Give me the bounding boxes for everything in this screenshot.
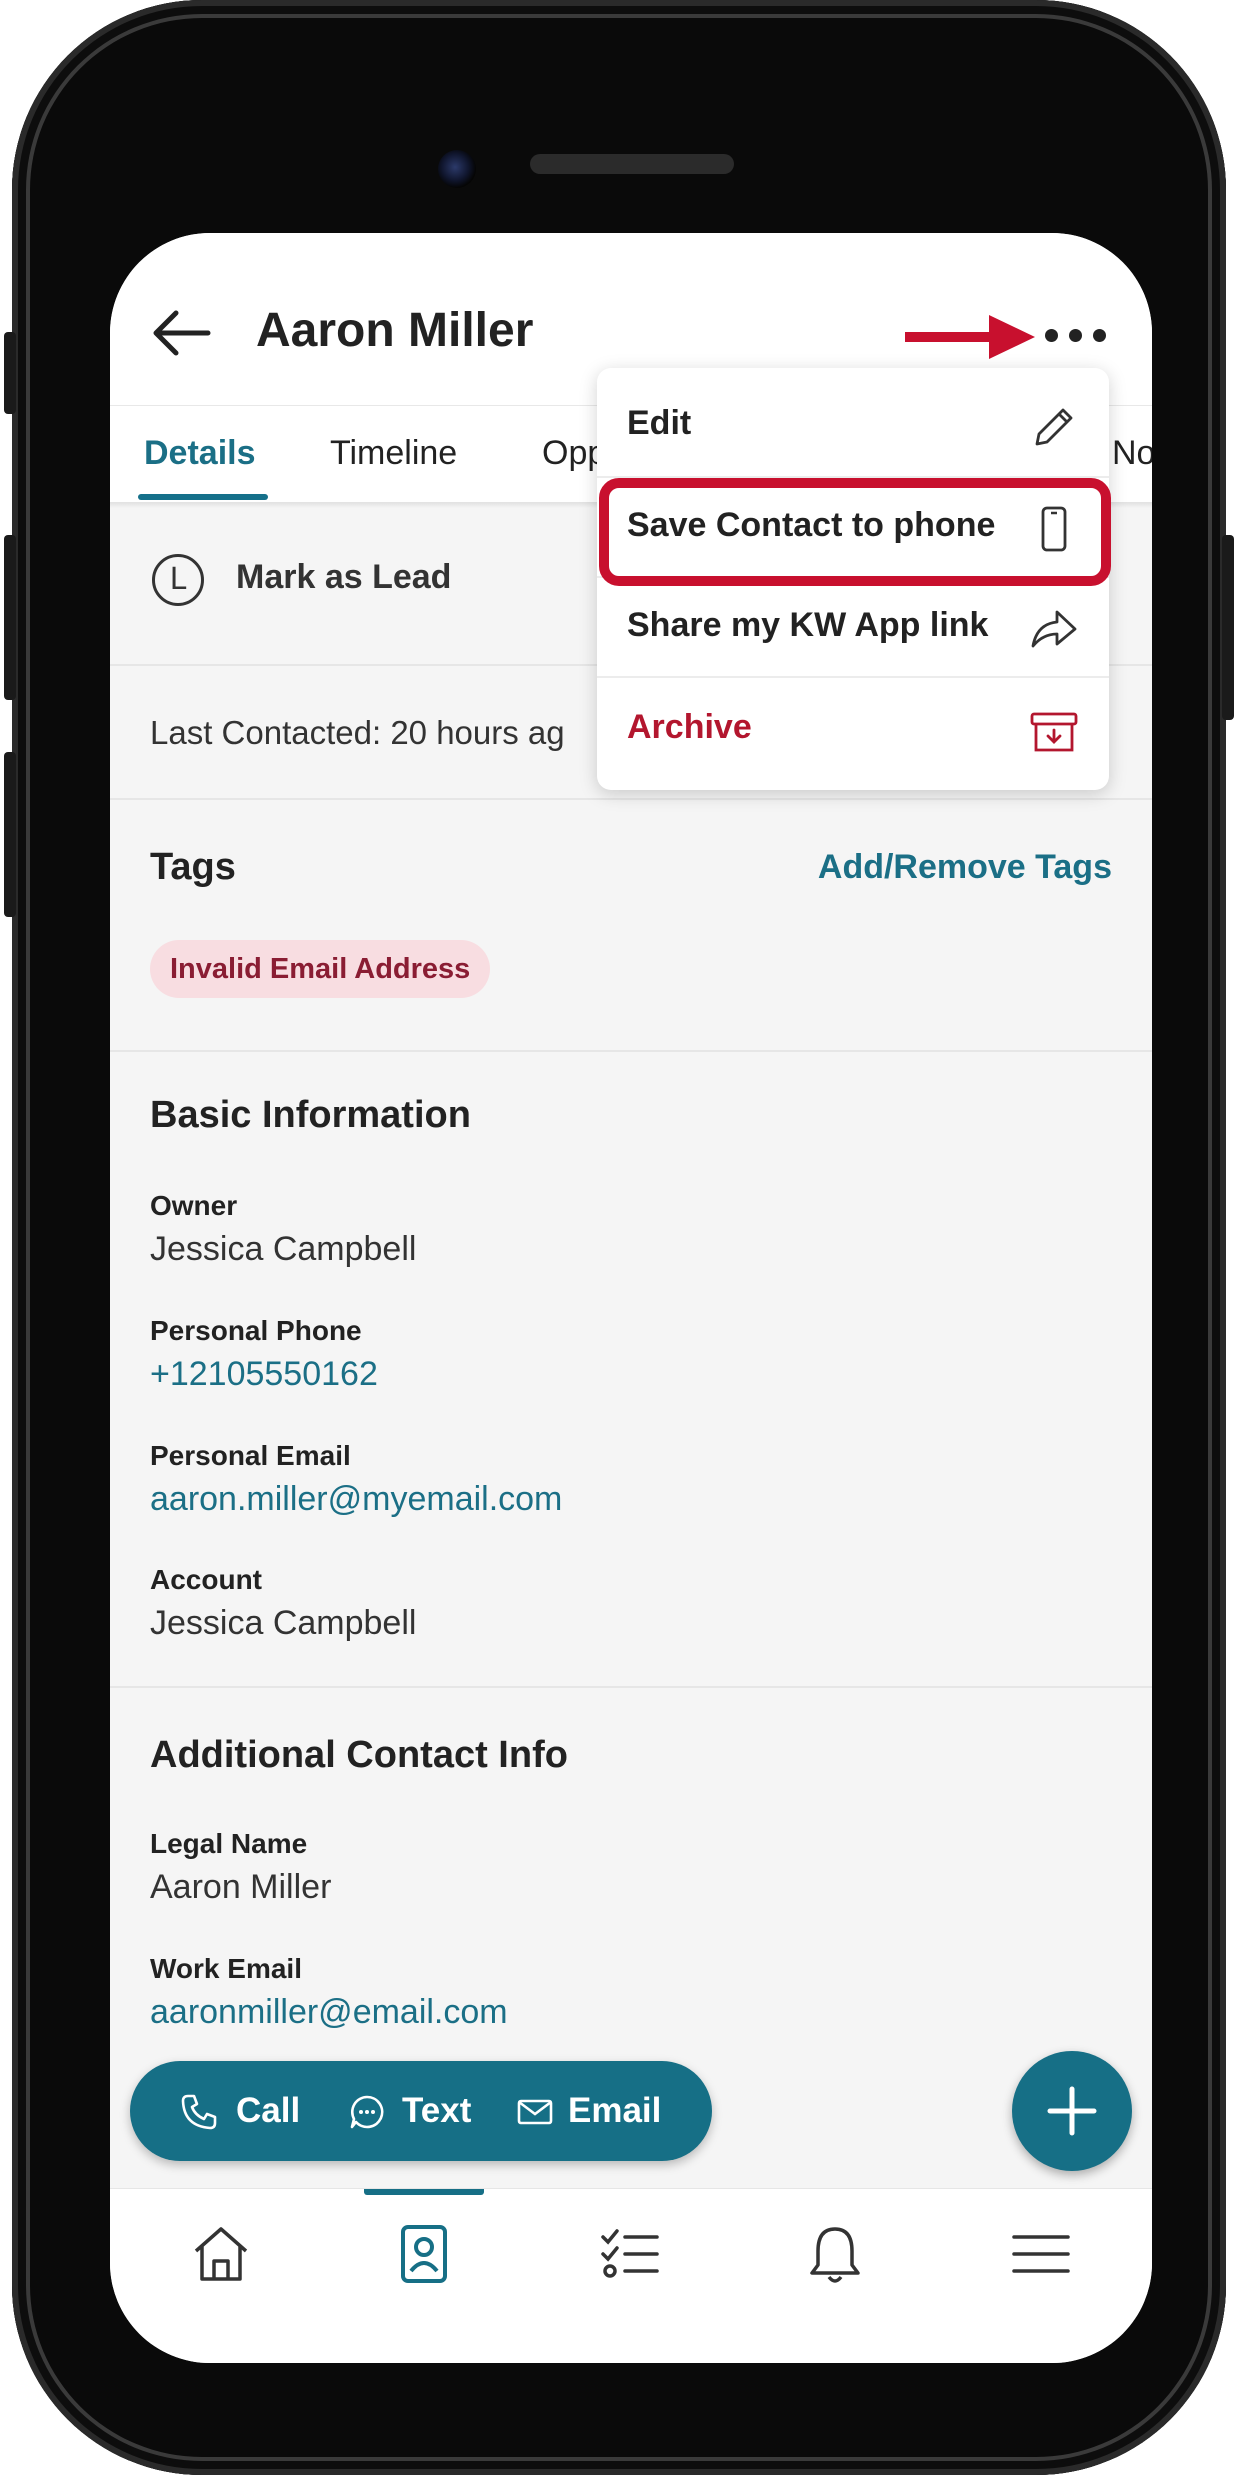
edit-label: Edit <box>627 404 692 442</box>
nav-home[interactable] <box>186 2219 256 2289</box>
contact-action-bar: Call Text Email <box>130 2061 712 2161</box>
more-dot <box>1093 329 1106 342</box>
chat-bubble-icon <box>350 2095 384 2129</box>
call-button[interactable]: Call <box>180 2061 300 2161</box>
menu-item-archive[interactable]: Archive <box>597 678 1109 778</box>
mark-as-lead-label: Mark as Lead <box>236 558 452 596</box>
page-title: Aaron Miller <box>256 304 534 357</box>
account-value: Jessica Campbell <box>150 1604 417 1642</box>
lead-letter-icon: L <box>152 554 204 606</box>
back-button[interactable] <box>150 301 214 365</box>
personal-phone-link[interactable]: +12105550162 <box>150 1355 378 1394</box>
legal-name-label: Legal Name <box>150 1828 308 1859</box>
earpiece-speaker <box>530 154 734 174</box>
basic-information-title: Basic Information <box>150 1094 471 1136</box>
additional-contact-info-title: Additional Contact Info <box>150 1734 568 1776</box>
phone-frame: Aaron Miller Details Timeline Opp No L M… <box>4 0 1234 2475</box>
owner-value: Jessica Campbell <box>150 1230 417 1268</box>
share-link-label: Share my KW App link <box>627 606 989 644</box>
mute-switch <box>4 332 16 414</box>
personal-phone-label: Personal Phone <box>150 1315 362 1346</box>
archive-icon <box>1030 712 1078 752</box>
work-email-link[interactable]: aaronmiller@email.com <box>150 1993 508 2032</box>
menu-item-edit[interactable]: Edit <box>597 374 1109 474</box>
more-dot <box>1069 329 1082 342</box>
front-camera <box>438 150 476 188</box>
tags-section: Tags Add/Remove Tags Invalid Email Addre… <box>110 800 1152 1052</box>
tags-title: Tags <box>150 846 236 888</box>
nav-tasks[interactable] <box>595 2219 665 2289</box>
nav-menu[interactable] <box>1006 2219 1076 2289</box>
menu-item-share-link[interactable]: Share my KW App link <box>597 576 1109 676</box>
add-remove-tags-link[interactable]: Add/Remove Tags <box>818 848 1112 887</box>
bottom-navigation <box>110 2188 1152 2363</box>
annotation-highlight-box <box>599 478 1111 586</box>
nav-notifications[interactable] <box>800 2219 870 2289</box>
annotation-arrow-icon <box>905 315 1035 359</box>
email-label: Email <box>568 2091 662 2130</box>
work-email-label: Work Email <box>150 1953 302 1984</box>
tab-details[interactable]: Details <box>144 406 256 500</box>
plus-icon <box>1047 2086 1097 2136</box>
volume-down-button <box>4 752 16 917</box>
personal-email-link[interactable]: aaron.miller@myemail.com <box>150 1480 562 1519</box>
legal-name-value: Aaron Miller <box>150 1868 332 1906</box>
envelope-icon <box>517 2099 553 2125</box>
tag-chip: Invalid Email Address <box>150 940 491 998</box>
owner-label: Owner <box>150 1190 238 1221</box>
contacts-icon <box>401 2225 447 2283</box>
archive-label: Archive <box>627 708 752 746</box>
notifications-icon <box>810 2227 860 2283</box>
account-label: Account <box>150 1564 262 1595</box>
text-button[interactable]: Text <box>348 2061 471 2161</box>
pencil-icon <box>1035 408 1073 446</box>
personal-email-label: Personal Email <box>150 1440 351 1471</box>
menu-icon <box>1012 2235 1070 2273</box>
active-tab-indicator <box>138 494 268 500</box>
tab-notes[interactable]: No <box>1112 406 1152 500</box>
arrow-left-icon <box>153 310 211 356</box>
basic-information-section: Basic Information Owner Jessica Campbell… <box>110 1052 1152 1688</box>
share-icon <box>1031 610 1077 648</box>
active-nav-indicator <box>364 2189 484 2195</box>
text-label: Text <box>402 2091 472 2130</box>
last-contacted-text: Last Contacted: 20 hours ag <box>150 714 565 751</box>
call-label: Call <box>236 2091 301 2130</box>
nav-contacts[interactable] <box>389 2219 459 2289</box>
power-button <box>1222 535 1234 720</box>
more-options-button[interactable] <box>1045 325 1107 345</box>
volume-up-button <box>4 535 16 700</box>
add-fab-button[interactable] <box>1012 2051 1132 2171</box>
more-horizontal-icon <box>1045 329 1058 342</box>
email-button[interactable]: Email <box>516 2061 661 2161</box>
home-icon <box>194 2227 248 2281</box>
tab-timeline[interactable]: Timeline <box>330 406 457 500</box>
tasks-icon <box>601 2229 659 2278</box>
app-screen: Aaron Miller Details Timeline Opp No L M… <box>110 233 1152 2363</box>
phone-call-icon <box>181 2094 217 2130</box>
